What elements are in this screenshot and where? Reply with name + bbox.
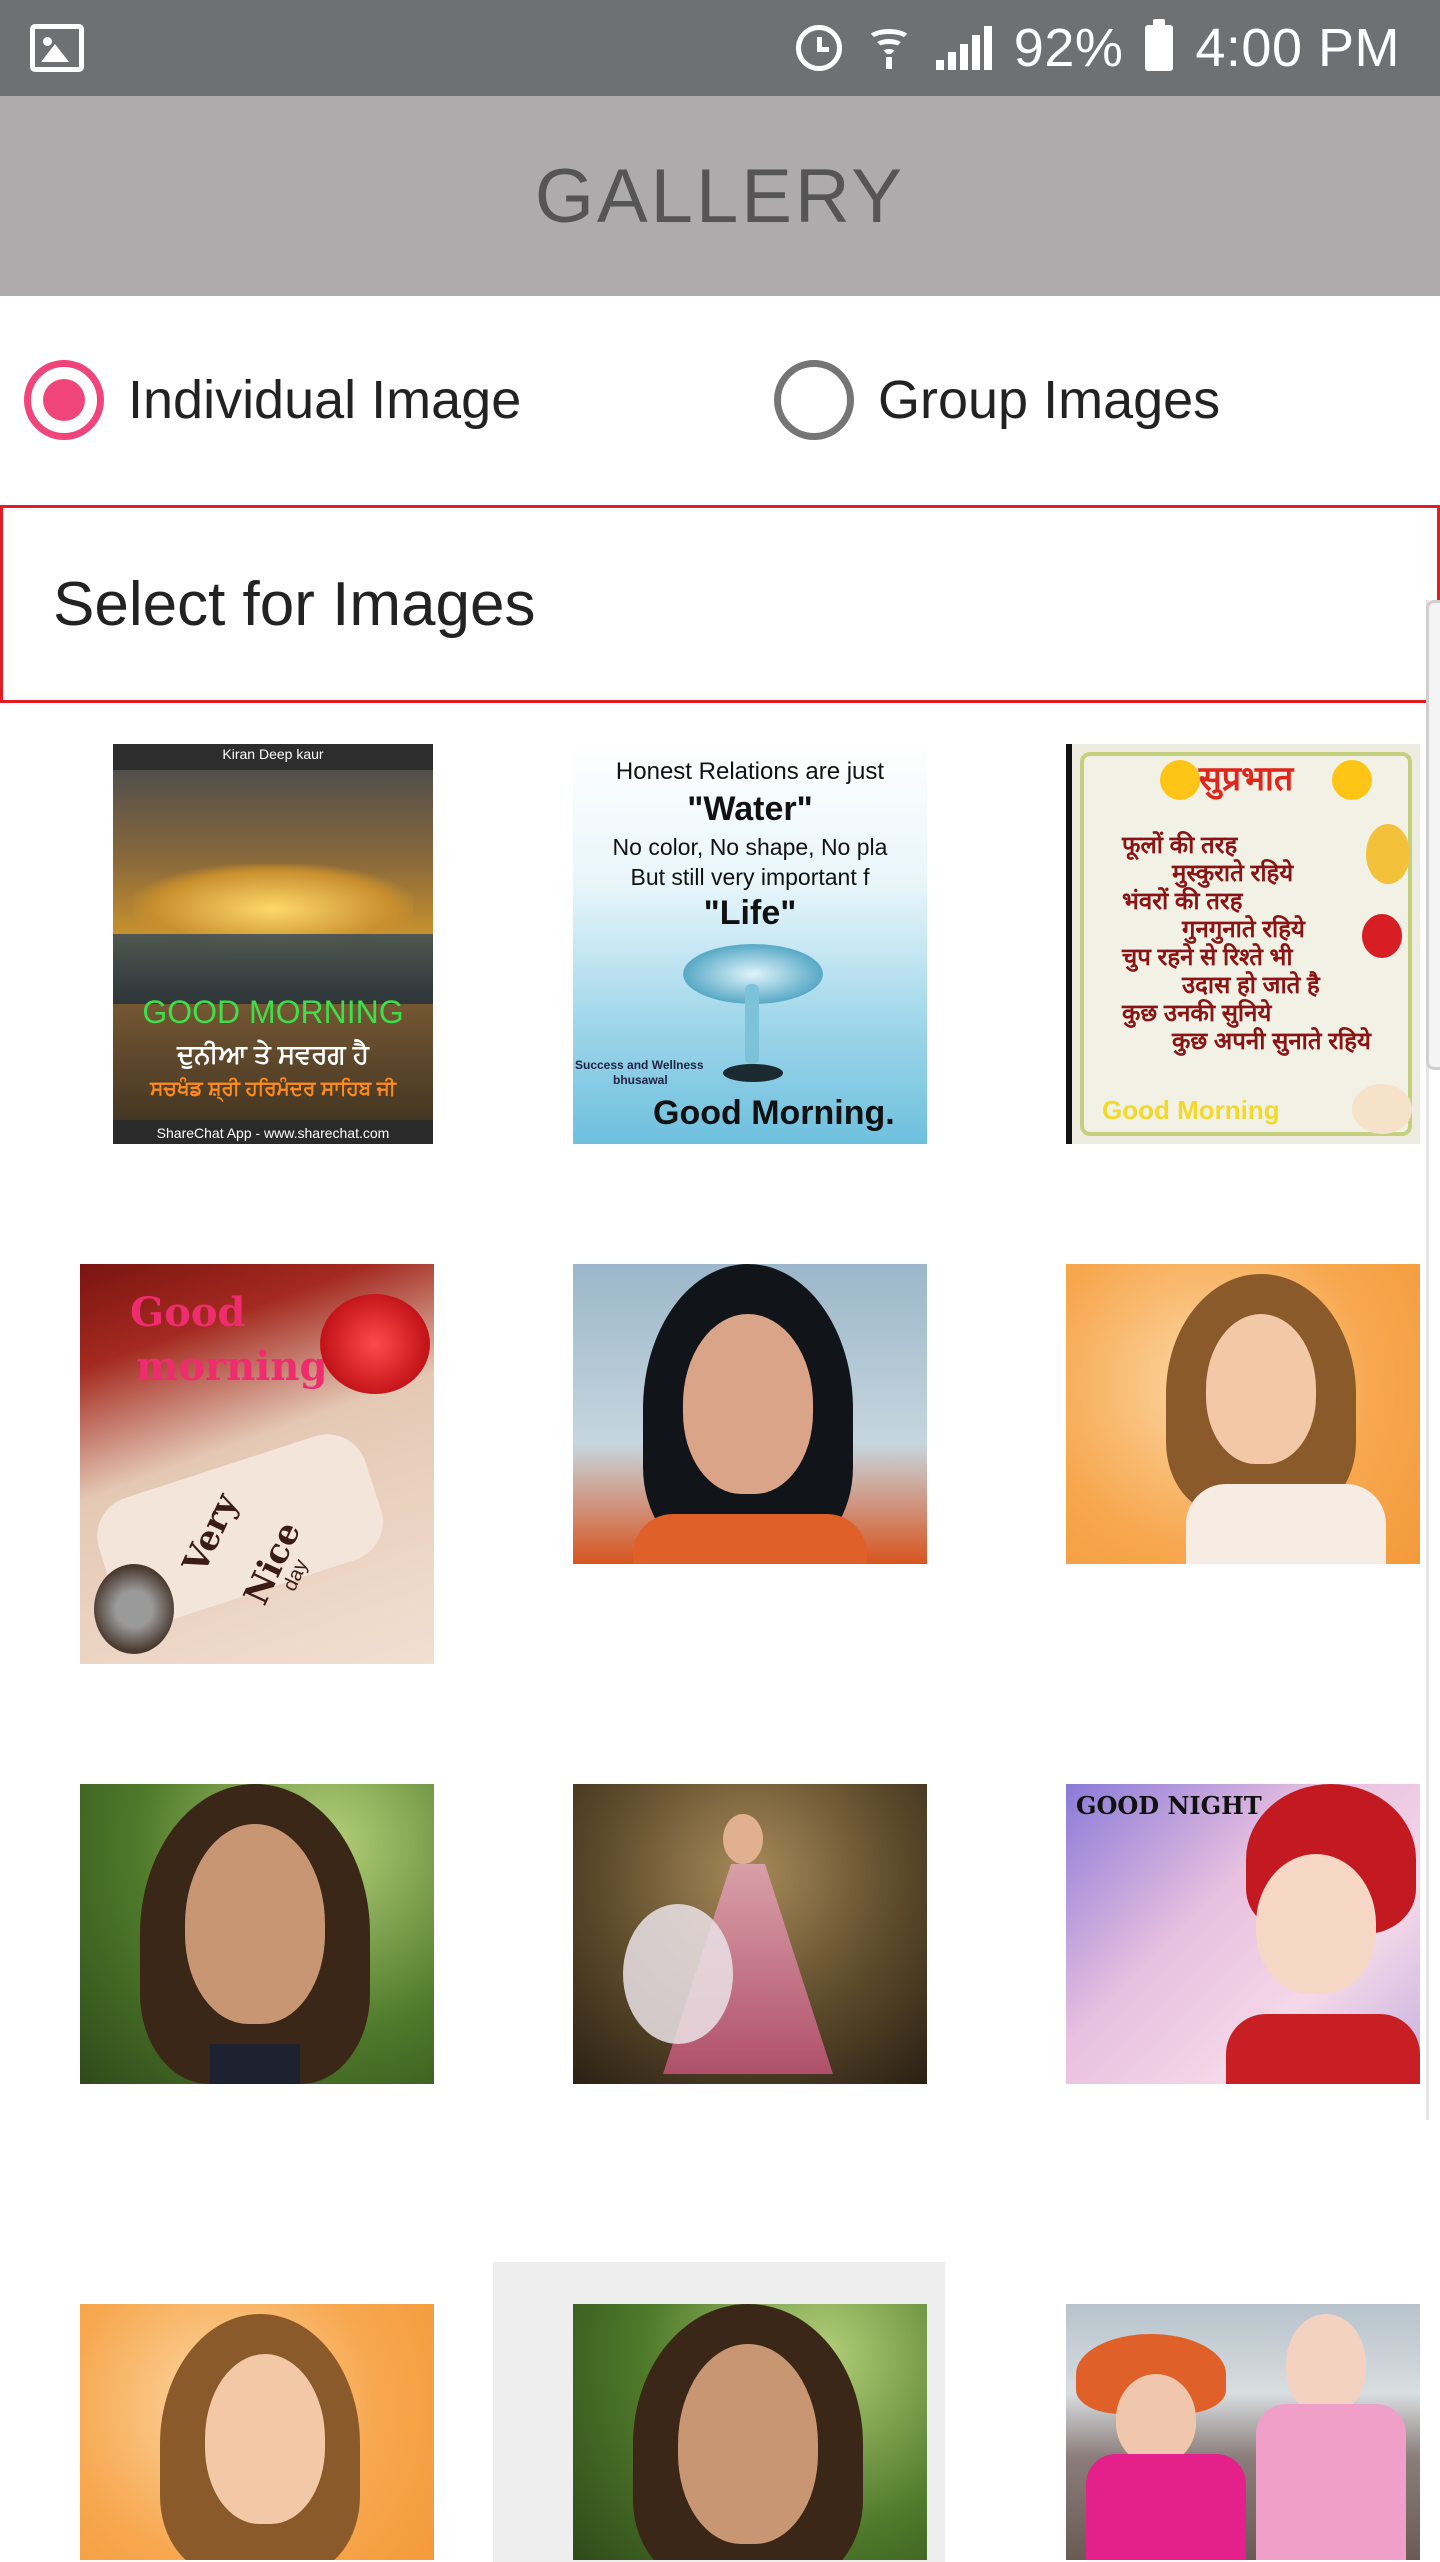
tile-text: Kiran Deep kaur — [222, 746, 324, 762]
radio-unchecked-icon[interactable] — [774, 360, 854, 440]
image-thumbnail[interactable] — [1066, 1264, 1420, 1564]
status-bar: 92% 4:00 PM — [0, 0, 1440, 96]
tile-text: कुछ उनकी सुनिये — [1122, 1000, 1272, 1027]
radio-group-images[interactable]: Group Images — [774, 355, 1220, 445]
face — [185, 1824, 325, 2024]
tile-text: ਸਚਖੰਡ ਸ਼੍ਰੀ ਹਰਿਮੰਦਰ ਸਾਹਿਬ ਜੀ — [150, 1078, 396, 1100]
image-thumbnail[interactable]: Honest Relations are just "Water" No col… — [573, 744, 927, 1144]
select-images-label: Select for Images — [53, 569, 536, 639]
image-thumbnail[interactable] — [80, 1784, 434, 2084]
image-thumbnail[interactable]: Kiran Deep kaur GOOD MORNING ਦੁਨੀਆ ਤੇ ਸਵ… — [113, 744, 433, 1144]
face — [1206, 1314, 1316, 1464]
tile-text: उदास हो जाते है — [1182, 972, 1320, 999]
tile-text: गुनगुनाते रहिये — [1182, 916, 1305, 943]
image-thumbnail[interactable] — [80, 2304, 434, 2560]
tile-text: भंवरों की तरह — [1122, 888, 1243, 915]
tile-text: bhusawal — [613, 1073, 668, 1087]
page-title: GALLERY — [534, 153, 906, 239]
flower-icon — [1352, 1084, 1412, 1134]
radio-label: Group Images — [878, 370, 1221, 430]
image-thumbnail[interactable]: GOOD NIGHT — [1066, 1784, 1420, 2084]
ok-hand-icon — [1366, 824, 1410, 884]
watch-icon — [94, 1564, 174, 1654]
face — [1116, 2374, 1196, 2464]
tile-text: मुस्कुराते रहिये — [1172, 860, 1294, 887]
tile-text: Good Morning. — [653, 1094, 895, 1132]
select-images-field[interactable]: Select for Images — [0, 505, 1440, 703]
face — [1256, 1854, 1376, 1994]
tile-text: "Water" — [687, 790, 813, 828]
view-mode-radio-group: Individual Image Group Images — [0, 300, 1440, 500]
clock: 4:00 PM — [1195, 18, 1400, 78]
gallery-icon — [30, 24, 84, 72]
face — [205, 2354, 325, 2524]
radio-individual-image[interactable]: Individual Image — [24, 355, 521, 445]
rose-icon — [320, 1294, 430, 1394]
sun-icon — [1332, 760, 1372, 800]
tile-text: GOOD MORNING — [142, 994, 404, 1030]
app-bar: GALLERY — [0, 96, 1440, 296]
battery-icon — [1145, 19, 1174, 71]
tile-text: ShareChat App - www.sharechat.com — [156, 1124, 390, 1141]
tile-text: Good Morning — [1102, 1095, 1280, 1125]
tile-text: Honest Relations are just — [615, 758, 885, 785]
tile-text: No color, No shape, No pla — [612, 834, 888, 860]
image-thumbnail[interactable] — [573, 1784, 927, 2084]
image-grid: Kiran Deep kaur GOOD MORNING ਦੁਨੀਆ ਤੇ ਸਵ… — [0, 700, 1440, 2562]
tile-text: Good — [130, 1289, 246, 1336]
wifi-icon — [864, 25, 914, 71]
tile-text: "Life" — [703, 894, 797, 932]
tile-text: But still very important f — [630, 864, 870, 890]
signal-icon — [935, 26, 992, 70]
face — [678, 2344, 818, 2544]
face — [1286, 2314, 1366, 2414]
alarm-icon — [795, 25, 842, 71]
tile-text: कुछ अपनी सुनाते रहिये — [1172, 1028, 1371, 1055]
radio-checked-icon[interactable] — [24, 360, 104, 440]
tile-text: GOOD NIGHT — [1076, 1791, 1262, 1820]
tile-text: चुप रहने से रिश्ते भी — [1122, 944, 1293, 971]
tile-text: ਦੁਨੀਆ ਤੇ ਸਵਰਗ ਹੈ — [177, 1039, 369, 1069]
tile-text: morning — [136, 1343, 328, 1390]
tile-text: Success and Wellness — [575, 1058, 704, 1072]
face — [683, 1314, 813, 1494]
image-thumbnail[interactable]: Good morning Very Nice day — [80, 1264, 434, 1664]
tile-text: फूलों की तरह — [1122, 832, 1238, 859]
image-thumbnail[interactable]: सुप्रभात फूलों की तरह मुस्कुराते रहिये भ… — [1066, 744, 1420, 1144]
rose-icon — [1362, 914, 1402, 958]
battery-percent: 92% — [1013, 18, 1124, 78]
radio-label: Individual Image — [128, 370, 522, 430]
status-icons: 92% 4:00 PM — [795, 0, 1400, 96]
image-thumbnail[interactable] — [573, 1264, 927, 1564]
image-thumbnail[interactable] — [1066, 2304, 1420, 2560]
image-thumbnail[interactable] — [573, 2304, 927, 2560]
